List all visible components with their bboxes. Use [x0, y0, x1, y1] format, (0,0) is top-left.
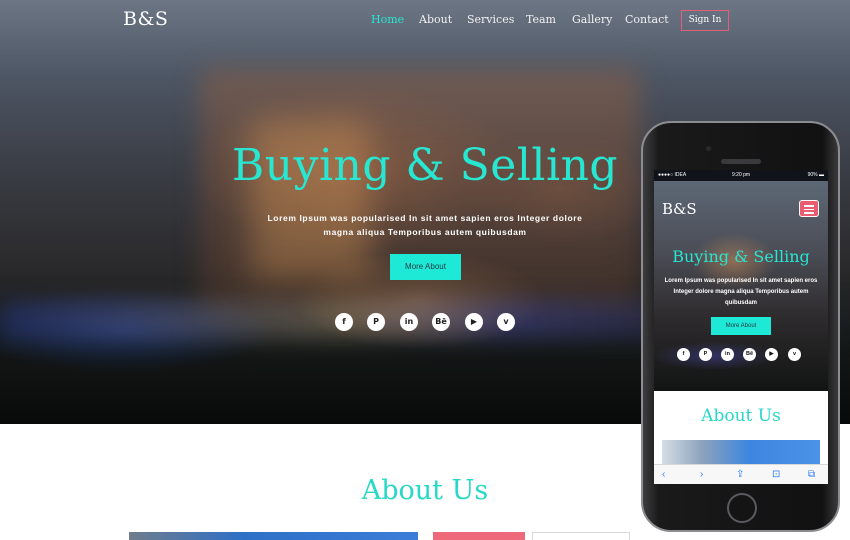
status-time: 9:20 pm	[732, 172, 751, 178]
phone-more-about-button[interactable]: More About	[711, 317, 771, 335]
vimeo-icon[interactable]: v	[788, 348, 801, 361]
linkedin-icon[interactable]: in	[400, 313, 418, 331]
phone-about-image	[662, 440, 820, 466]
linkedin-icon[interactable]: in	[721, 348, 734, 361]
hero-description-line-2: magna aliqua Temporibus autem quibusdam	[323, 227, 527, 237]
sign-in-button[interactable]: Sign In	[681, 10, 729, 31]
phone-speaker	[721, 159, 761, 164]
more-about-button[interactable]: More About	[390, 254, 461, 280]
forward-icon[interactable]: ›	[700, 468, 703, 482]
nav-gallery[interactable]: Gallery	[572, 13, 612, 26]
about-title: About Us	[361, 475, 489, 506]
hero-description-line-1: Lorem Ipsum was popularised In sit amet …	[267, 213, 583, 223]
pinterest-icon[interactable]: P	[367, 313, 385, 331]
nav-about[interactable]: About	[419, 13, 452, 26]
vimeo-icon[interactable]: v	[497, 313, 515, 331]
nav-contact[interactable]: Contact	[625, 13, 669, 26]
phone-logo[interactable]: B&S	[662, 200, 697, 218]
nav-home[interactable]: Home	[371, 13, 404, 26]
phone-browser-toolbar: ‹ › ⇪ ⊡ ⧉	[654, 464, 828, 484]
phone-hero: B&S Buying & Selling Lorem Ipsum was pop…	[654, 181, 828, 391]
phone-screen: ●●●●○ IDEA 9:20 pm 90% ▬ B&S Buying & Se…	[654, 170, 828, 484]
phone-status-bar: ●●●●○ IDEA 9:20 pm 90% ▬	[654, 170, 828, 181]
status-battery: 90% ▬	[807, 172, 824, 178]
about-outline-button[interactable]	[532, 532, 630, 540]
nav-team[interactable]: Team	[526, 13, 556, 26]
share-icon[interactable]: ⇪	[736, 468, 744, 482]
phone-social-links: f P in Bē ▶ v	[654, 348, 828, 362]
about-image	[129, 532, 418, 540]
phone-about-title: About Us	[701, 406, 781, 426]
bookmarks-icon[interactable]: ⊡	[772, 468, 780, 482]
phone-camera	[706, 146, 711, 151]
behance-icon[interactable]: Bē	[432, 313, 450, 331]
about-pink-button[interactable]	[433, 532, 525, 540]
status-carrier: ●●●●○ IDEA	[658, 172, 687, 178]
tabs-icon[interactable]: ⧉	[808, 468, 815, 482]
nav-services[interactable]: Services	[467, 13, 514, 26]
hero-title: Buying & Selling	[231, 140, 619, 191]
youtube-icon[interactable]: ▶	[465, 313, 483, 331]
behance-icon[interactable]: Bē	[743, 348, 756, 361]
pinterest-icon[interactable]: P	[699, 348, 712, 361]
facebook-icon[interactable]: f	[677, 348, 690, 361]
facebook-icon[interactable]: f	[335, 313, 353, 331]
youtube-icon[interactable]: ▶	[765, 348, 778, 361]
back-icon[interactable]: ‹	[662, 468, 665, 482]
phone-hero-title: Buying & Selling	[672, 247, 810, 266]
hamburger-menu-icon[interactable]	[799, 200, 819, 217]
phone-home-button	[727, 493, 757, 523]
phone-hero-description: Lorem Ipsum was popularised In sit amet …	[664, 278, 818, 306]
hero-description: Lorem Ipsum was popularised In sit amet …	[240, 211, 610, 239]
